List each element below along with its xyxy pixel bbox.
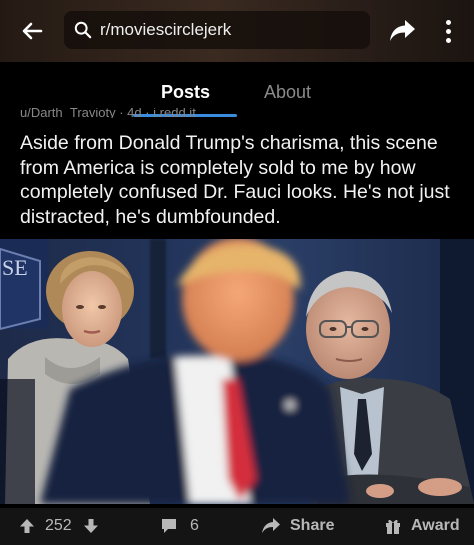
share-button[interactable]: Share (261, 517, 334, 535)
downvote-icon[interactable] (82, 517, 100, 535)
tab-posts[interactable]: Posts (161, 82, 210, 103)
press-photo: SE (0, 239, 474, 504)
post-title[interactable]: Aside from Donald Trump's charisma, this… (20, 131, 460, 229)
dot-icon (445, 37, 451, 43)
comments-button[interactable]: 6 (160, 517, 199, 535)
overflow-menu-button[interactable] (436, 13, 460, 49)
award-label: Award (411, 517, 460, 534)
tab-about[interactable]: About (264, 82, 311, 103)
dot-icon (445, 28, 451, 34)
search-text: r/moviescirclejerk (100, 20, 232, 39)
vote-score: 252 (45, 517, 72, 534)
sign-text: SE (2, 255, 28, 280)
award-button[interactable]: Award (384, 517, 460, 535)
search-icon (74, 21, 92, 39)
back-arrow-icon (22, 22, 43, 40)
vote-group: 252 (18, 517, 100, 535)
dot-icon (445, 19, 451, 25)
share-icon (262, 518, 280, 533)
share-arrow-icon (390, 20, 415, 41)
comment-icon (162, 519, 176, 533)
comments-count: 6 (190, 517, 199, 534)
back-button[interactable] (14, 13, 50, 49)
upvote-icon[interactable] (18, 517, 36, 535)
post-meta: u/Darth_Travioty · 4d · i.redd.it (20, 108, 196, 118)
search-bar[interactable]: r/moviescirclejerk (64, 11, 370, 49)
top-bar: r/moviescirclejerk (0, 0, 474, 62)
share-label: Share (290, 517, 335, 534)
post-action-bar: 252 6 Share Award (0, 508, 474, 545)
post-image[interactable]: SE (0, 239, 474, 504)
gift-icon (386, 519, 400, 534)
share-top-button[interactable] (384, 13, 420, 49)
